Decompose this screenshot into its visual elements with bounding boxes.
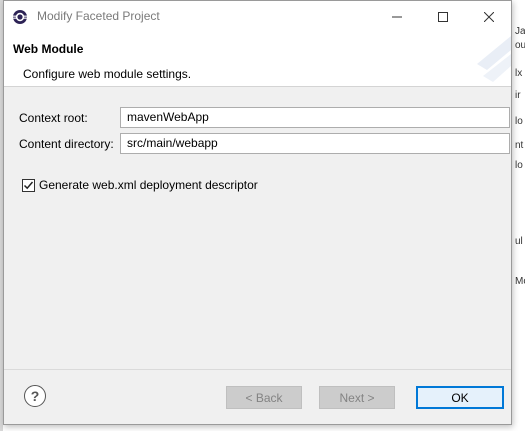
content-directory-label: Content directory: xyxy=(19,137,114,151)
title-bar[interactable]: Modify Faceted Project xyxy=(4,1,511,32)
background-text-strip: Ja ou lx ir lo nt lo ul Mo xyxy=(512,0,525,431)
eclipse-app-icon xyxy=(13,10,27,24)
next-button[interactable]: Next > xyxy=(319,386,395,409)
generate-descriptor-option[interactable]: Generate web.xml deployment descriptor xyxy=(22,178,258,192)
background-fragment: lo xyxy=(515,160,523,171)
page-title: Web Module xyxy=(13,42,84,56)
background-fragment: lo xyxy=(515,116,523,127)
close-icon xyxy=(484,11,494,22)
maximize-icon xyxy=(438,11,448,22)
context-root-label: Context root: xyxy=(19,111,88,125)
help-button[interactable]: ? xyxy=(24,385,46,407)
wizard-header: Web Module Configure web module settings… xyxy=(4,32,511,87)
generate-descriptor-checkbox[interactable] xyxy=(22,178,35,192)
header-banner-graphic xyxy=(477,36,511,82)
back-button[interactable]: < Back xyxy=(226,386,302,409)
maximize-button[interactable] xyxy=(420,1,466,32)
background-fragment: ou xyxy=(515,40,525,51)
background-fragment: Mo xyxy=(515,276,525,287)
background-fragment: Ja xyxy=(515,26,525,37)
context-root-input[interactable]: mavenWebApp xyxy=(120,107,510,128)
ok-button[interactable]: OK xyxy=(416,386,504,409)
modify-faceted-project-dialog: Modify Faceted Project Web Module Config… xyxy=(3,0,512,425)
close-button[interactable] xyxy=(466,1,512,32)
page-description: Configure web module settings. xyxy=(23,67,192,81)
background-fragment: ul xyxy=(515,236,523,247)
generate-descriptor-label: Generate web.xml deployment descriptor xyxy=(39,178,258,192)
content-directory-input[interactable]: src/main/webapp xyxy=(120,133,510,154)
footer-divider xyxy=(4,369,511,370)
window-title: Modify Faceted Project xyxy=(37,9,160,23)
background-fragment: lx xyxy=(515,68,523,79)
minimize-button[interactable] xyxy=(374,1,420,32)
background-fragment: nt xyxy=(515,140,524,151)
background-fragment: ir xyxy=(515,90,521,101)
checkmark-icon xyxy=(23,181,34,189)
minimize-icon xyxy=(392,16,402,17)
form-area: Context root: mavenWebApp Content direct… xyxy=(9,94,510,367)
